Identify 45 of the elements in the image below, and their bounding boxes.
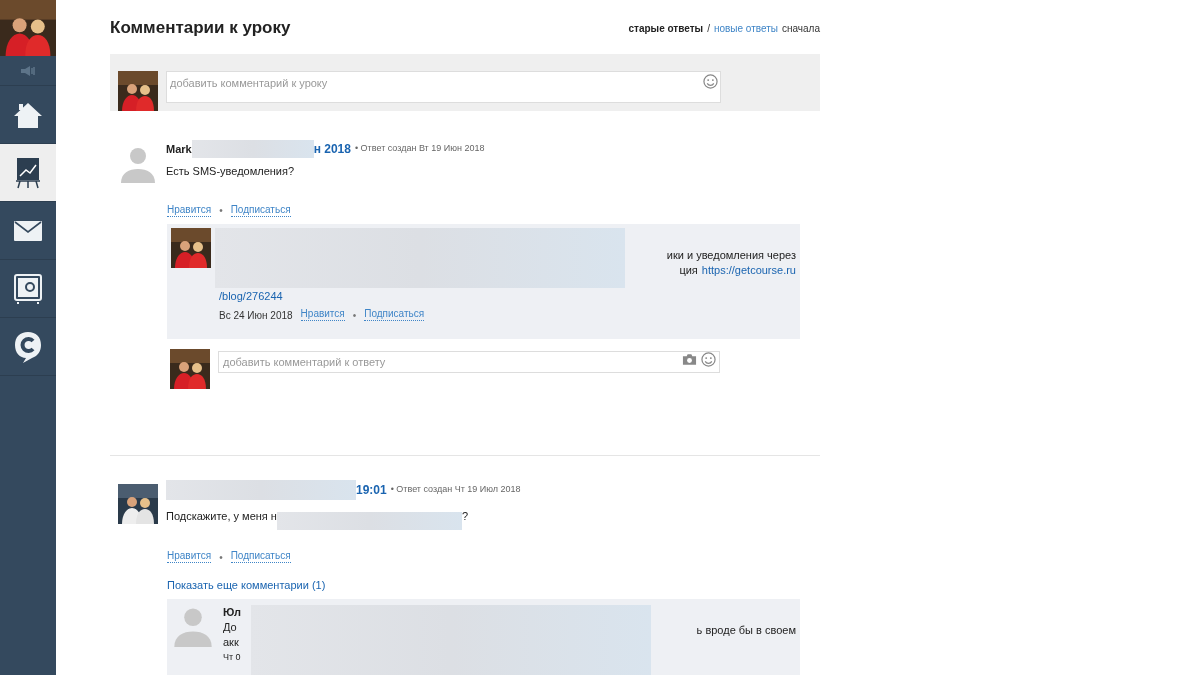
reply-text: ция (679, 263, 698, 278)
reply-link[interactable]: https://getcourse.ru (701, 263, 796, 278)
comment-meta: • Ответ создан Чт 19 Июл 2018 (390, 482, 521, 496)
reply-text: ики и уведомления через (666, 248, 796, 263)
date-link[interactable]: 19:01 (356, 480, 387, 499)
chat-logo-icon (14, 330, 42, 363)
sidebar-item[interactable] (0, 144, 56, 202)
smiley-icon[interactable] (703, 74, 718, 89)
action-link[interactable]: Нравится (167, 204, 212, 217)
mail-icon (14, 220, 42, 241)
separator-dot: • (219, 550, 223, 565)
reply-input[interactable]: добавить комментарий к ответу (218, 350, 720, 373)
comment-text: ? (461, 509, 469, 525)
reply-date: Вс 24 Июн 2018 (219, 308, 293, 323)
speaker-icon (19, 64, 37, 77)
separator-dot: • (219, 204, 223, 218)
author-name: Юл (223, 605, 243, 620)
page-title: Комментарии к уроку (110, 17, 291, 40)
separator-dot: • (352, 308, 357, 323)
sort-option[interactable]: новые ответы (713, 20, 778, 36)
action-link[interactable]: Подписаться (230, 204, 291, 217)
author-name: Mark (166, 141, 192, 157)
action-link[interactable]: Подписаться (364, 309, 425, 321)
chart-board-icon (15, 156, 41, 189)
sort-suffix: сначала (781, 21, 820, 36)
reply-text: акк (223, 635, 240, 650)
safe-icon (14, 273, 42, 304)
comment-text: Есть SMS-уведомления? (166, 164, 295, 179)
sort-option[interactable]: старые ответы (628, 20, 704, 36)
comment-meta: • Ответ создан Вт 19 Июн 2018 (354, 142, 485, 156)
action-link[interactable]: Нравится (167, 551, 212, 563)
smiley-icon[interactable] (701, 351, 716, 367)
reply-text: До (223, 620, 238, 635)
reply-link[interactable]: /blog/276244 (219, 288, 796, 305)
action-link[interactable]: Подписаться (230, 551, 291, 563)
date-link[interactable]: н 2018 (313, 140, 351, 158)
show-more-link[interactable]: Показать еще комментарии (1) (167, 576, 820, 593)
sort-separator: / (707, 21, 710, 36)
reply-text: ь вроде бы в своем (696, 623, 796, 638)
home-icon (13, 100, 43, 129)
comment-text: Подскажите, у меня н (166, 509, 277, 525)
comment-input[interactable]: добавить комментарий к уроку (166, 71, 721, 103)
action-link[interactable]: Нравится (300, 309, 345, 321)
reply-date: Чт 0 (223, 651, 242, 664)
camera-icon[interactable] (682, 352, 697, 366)
